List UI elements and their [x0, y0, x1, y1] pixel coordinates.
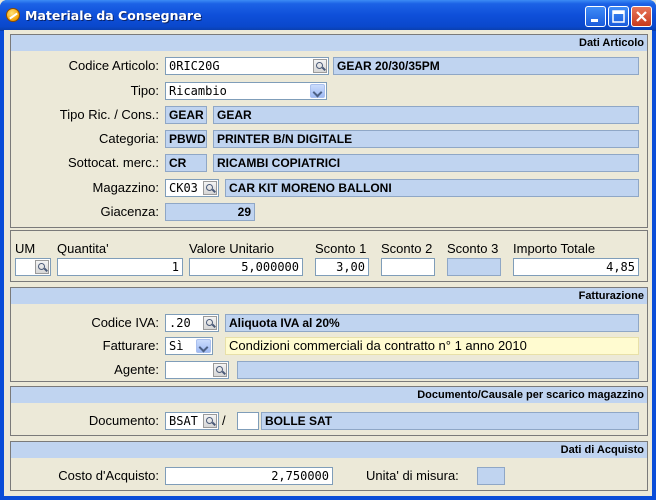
panel-quantita: UM Quantita' Valore Unitario Sconto 1 Sc…	[10, 230, 648, 282]
categoria-label: Categoria:	[99, 131, 159, 146]
panel-dati-articolo: Dati Articolo Codice Articolo: 0RIC20G G…	[10, 34, 648, 228]
panel-dati-acquisto: Dati di Acquisto Costo d'Acquisto: 2,750…	[10, 441, 648, 491]
sconto3-value	[447, 258, 501, 276]
giacenza-label: Giacenza:	[100, 204, 159, 219]
agente-input[interactable]	[165, 361, 229, 379]
tipo-label: Tipo:	[130, 83, 159, 98]
unita-misura-value	[477, 467, 505, 485]
fatturare-label: Fatturare:	[102, 338, 159, 353]
documento-separator: /	[222, 413, 226, 428]
tipo-ric-cons-label: Tipo Ric. / Cons.:	[59, 107, 159, 122]
magazzino-input[interactable]: CK03	[165, 179, 219, 197]
costo-acquisto-input[interactable]: 2,750000	[165, 467, 333, 485]
panel-documento: Documento/Causale per scarico magazzino …	[10, 386, 648, 436]
maximize-button[interactable]	[608, 6, 629, 27]
sconto3-label: Sconto 3	[447, 241, 499, 256]
panel-header-dati-articolo: Dati Articolo	[11, 35, 647, 51]
sottocat-label: Sottocat. merc.:	[67, 155, 159, 170]
panel-header-documento: Documento/Causale per scarico magazzino	[11, 387, 647, 403]
magnifier-icon[interactable]	[35, 260, 49, 274]
tipo-ric-cons-code: GEAR	[165, 106, 207, 124]
codice-iva-value: .20	[169, 316, 191, 330]
codice-iva-description: Aliquota IVA al 20%	[225, 314, 639, 332]
minimize-button[interactable]	[585, 6, 606, 27]
quantita-label: Quantita'	[57, 241, 109, 256]
sottocat-code: CR	[165, 154, 207, 172]
magazzino-value: CK03	[169, 181, 198, 195]
tipo-select[interactable]: Ricambio	[165, 82, 327, 100]
documento-label: Documento:	[88, 413, 159, 428]
importo-totale-label: Importo Totale	[513, 241, 596, 256]
agente-description	[237, 361, 639, 379]
codice-articolo-description: GEAR 20/30/35PM	[333, 57, 639, 75]
panel-header-dati-acquisto: Dati di Acquisto	[11, 442, 647, 458]
um-label: UM	[15, 241, 36, 256]
unita-misura-label: Unita' di misura:	[366, 468, 459, 483]
codice-articolo-value: 0RIC20G	[169, 59, 220, 73]
app-icon	[6, 8, 20, 22]
sconto2-input[interactable]	[381, 258, 435, 276]
chevron-down-icon[interactable]	[196, 339, 211, 353]
categoria-description: PRINTER B/N DIGITALE	[213, 130, 639, 148]
giacenza-value: 29	[165, 203, 255, 221]
codice-iva-input[interactable]: .20	[165, 314, 219, 332]
tipo-ric-cons-description: GEAR	[213, 106, 639, 124]
documento-description: BOLLE SAT	[261, 412, 639, 430]
sconto1-label: Sconto 1	[315, 241, 367, 256]
categoria-code: PBWD	[165, 130, 207, 148]
magnifier-icon[interactable]	[203, 181, 217, 195]
fatturare-value: Sì	[169, 339, 184, 353]
sconto2-label: Sconto 2	[381, 241, 433, 256]
panel-fatturazione: Fatturazione Codice IVA: .20 Aliquota IV…	[10, 287, 648, 382]
causale-input[interactable]	[237, 412, 259, 430]
panel-header-fatturazione: Fatturazione	[11, 288, 647, 304]
valore-unitario-label: Valore Unitario	[189, 241, 275, 256]
codice-articolo-label: Codice Articolo:	[68, 58, 159, 73]
magnifier-icon[interactable]	[313, 59, 327, 73]
magazzino-description: CAR KIT MORENO BALLONI	[225, 179, 639, 197]
documento-input[interactable]: BSAT	[165, 412, 219, 430]
magnifier-icon[interactable]	[203, 316, 217, 330]
sottocat-description: RICAMBI COPIATRICI	[213, 154, 639, 172]
quantita-input[interactable]: 1	[57, 258, 183, 276]
chevron-down-icon[interactable]	[310, 84, 325, 98]
client-area: Dati Articolo Codice Articolo: 0RIC20G G…	[4, 30, 652, 496]
close-button[interactable]	[631, 6, 652, 27]
importo-totale-input[interactable]: 4,85	[513, 258, 639, 276]
magnifier-icon[interactable]	[213, 363, 227, 377]
um-input[interactable]	[15, 258, 51, 276]
title-bar[interactable]: Materiale da Consegnare	[0, 0, 656, 31]
documento-value: BSAT	[169, 414, 198, 428]
tipo-value: Ricambio	[169, 84, 227, 98]
valore-unitario-input[interactable]: 5,000000	[189, 258, 303, 276]
magazzino-label: Magazzino:	[92, 180, 159, 195]
codice-iva-label: Codice IVA:	[91, 315, 159, 330]
close-icon	[636, 11, 647, 22]
magnifier-icon[interactable]	[203, 414, 217, 428]
window-title: Materiale da Consegnare	[25, 8, 202, 23]
fatturare-select[interactable]: Sì	[165, 337, 213, 355]
codice-articolo-input[interactable]: 0RIC20G	[165, 57, 329, 75]
window: Materiale da Consegnare Dati Articolo Co…	[0, 0, 656, 500]
maximize-icon	[612, 10, 625, 23]
minimize-icon	[591, 19, 598, 22]
fatturare-note: Condizioni commerciali da contratto n° 1…	[225, 337, 639, 355]
sconto1-input[interactable]: 3,00	[315, 258, 369, 276]
agente-label: Agente:	[114, 362, 159, 377]
costo-acquisto-label: Costo d'Acquisto:	[58, 468, 159, 483]
